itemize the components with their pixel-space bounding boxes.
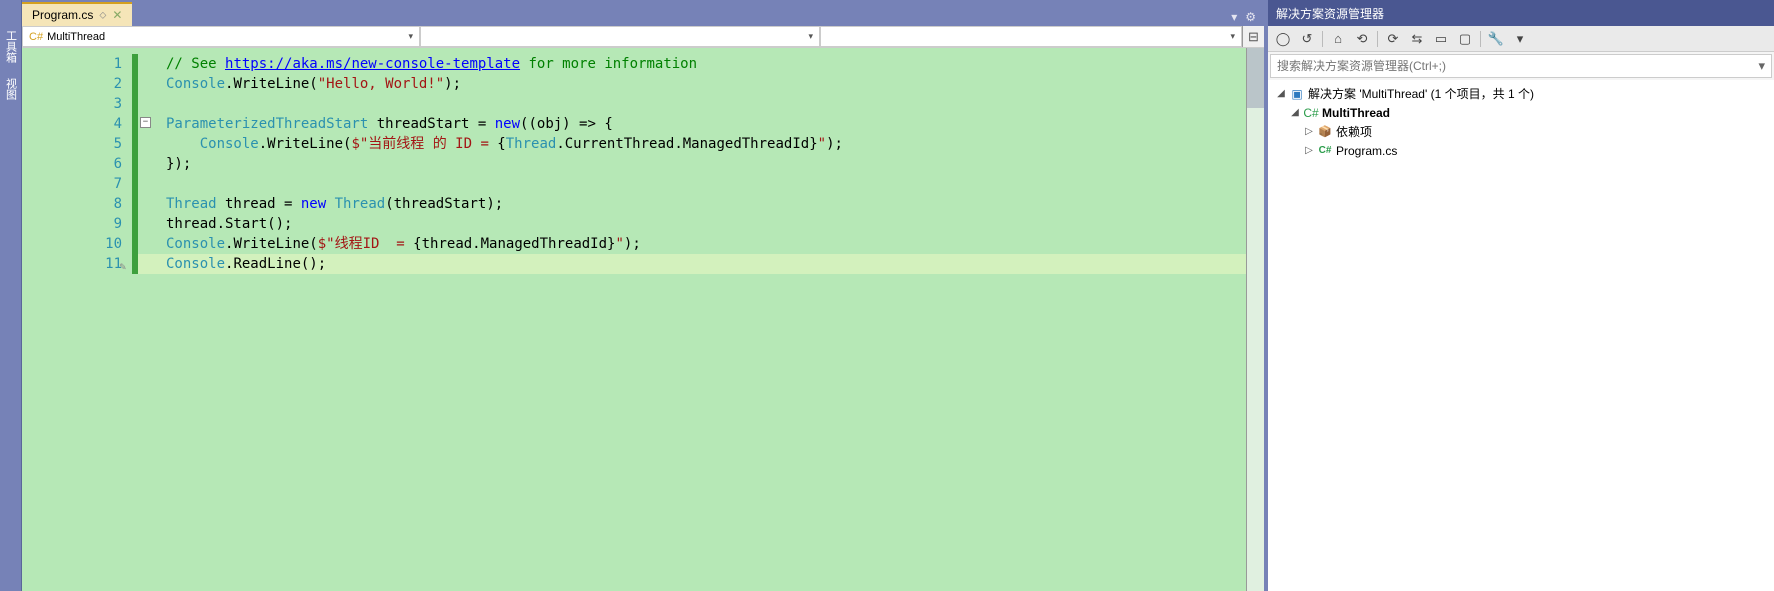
forward-button[interactable]: ↺ [1296, 29, 1318, 49]
wrench-button[interactable]: 🔧 [1485, 29, 1507, 49]
refresh-button[interactable]: ⟳ [1382, 29, 1404, 49]
separator [1322, 31, 1323, 47]
solution-toolbar: ◯ ↺ ⌂ ⟲ ⟳ ⇆ ▭ ▢ 🔧 ▾ [1268, 26, 1774, 52]
code-line[interactable] [136, 174, 1246, 194]
code-editor[interactable]: 1 2 3 4 5 6 7 8 9 10 11✎ − // See https:… [22, 48, 1264, 591]
code-line[interactable]: Thread thread = new Thread(threadStart); [136, 194, 1246, 214]
line-number: 1 [22, 54, 122, 74]
project-label: MultiThread [1320, 106, 1390, 120]
line-number: 5 [22, 134, 122, 154]
code-line[interactable]: Console.WriteLine($"当前线程 的 ID = {Thread.… [136, 134, 1246, 154]
code-line[interactable]: }); [136, 154, 1246, 174]
scrollbar-minimap[interactable] [1246, 48, 1264, 591]
navigation-bar: C# MultiThread ▾ ▾ ▾ ⊟ [22, 26, 1264, 48]
expand-icon[interactable]: ◢ [1274, 88, 1288, 99]
brush-icon: ✎ [119, 257, 126, 277]
toolbox-tab[interactable]: 工具箱 [3, 30, 19, 63]
line-number: 3 [22, 94, 122, 114]
search-input[interactable] [1271, 57, 1752, 75]
code-line[interactable]: Console.WriteLine("Hello, World!"); [136, 74, 1246, 94]
pin-icon[interactable]: ⬦ [99, 10, 106, 21]
line-number: 9 [22, 214, 122, 234]
line-number: 6 [22, 154, 122, 174]
file-node[interactable]: ▷ C# Program.cs [1270, 141, 1772, 160]
dependencies-label: 依赖项 [1334, 123, 1372, 140]
solution-search[interactable]: ▾ [1270, 54, 1772, 78]
code-line[interactable]: // See https://aka.ms/new-console-templa… [136, 54, 1246, 74]
code-line[interactable]: Console.ReadLine(); [136, 254, 1246, 274]
separator [1480, 31, 1481, 47]
project-dropdown[interactable]: C# MultiThread ▾ [22, 26, 420, 47]
show-all-button[interactable]: ▭ [1430, 29, 1452, 49]
chevron-down-icon: ▾ [408, 31, 413, 42]
line-number-gutter: 1 2 3 4 5 6 7 8 9 10 11✎ [22, 48, 132, 591]
search-dropdown-icon[interactable]: ▾ [1752, 58, 1771, 74]
dependencies-node[interactable]: ▷ 📦 依赖项 [1270, 122, 1772, 141]
expand-icon[interactable]: ▷ [1302, 145, 1316, 156]
panel-title: 解决方案资源管理器 [1276, 5, 1384, 22]
project-node[interactable]: ◢ C# MultiThread [1270, 103, 1772, 122]
dependencies-icon: 📦 [1316, 125, 1334, 138]
separator [1377, 31, 1378, 47]
chevron-down-icon: ▾ [808, 31, 813, 42]
view-button[interactable]: ▾ [1509, 29, 1531, 49]
document-tab-bar: Program.cs ⬦ ✕ ▾ ⚙ [22, 0, 1264, 26]
solution-icon: ▣ [1288, 87, 1306, 101]
expand-icon[interactable]: ◢ [1288, 107, 1302, 118]
chevron-down-icon: ▾ [1230, 31, 1235, 42]
tab-label: Program.cs [32, 8, 93, 22]
csharp-file-icon: C# [1316, 145, 1334, 156]
fold-toggle[interactable]: − [140, 117, 151, 128]
line-number: 8 [22, 194, 122, 214]
line-number: 4 [22, 114, 122, 134]
view-tab[interactable]: 视图 [3, 78, 19, 100]
member-dropdown[interactable]: ▾ [820, 26, 1242, 47]
split-window-icon[interactable]: ⊟ [1242, 26, 1264, 47]
line-number: 10 [22, 234, 122, 254]
gear-icon[interactable]: ⚙ [1243, 8, 1258, 26]
solution-label: 解决方案 'MultiThread' (1 个项目，共 1 个) [1306, 85, 1534, 102]
solution-node[interactable]: ◢ ▣ 解决方案 'MultiThread' (1 个项目，共 1 个) [1270, 84, 1772, 103]
csharp-icon: C# [29, 31, 43, 43]
project-dropdown-label: MultiThread [47, 31, 105, 43]
expand-icon[interactable]: ▷ [1302, 126, 1316, 137]
class-dropdown[interactable]: ▾ [420, 26, 820, 47]
tab-program-cs[interactable]: Program.cs ⬦ ✕ [22, 2, 132, 26]
properties-button[interactable]: ▢ [1454, 29, 1476, 49]
solution-explorer: 解决方案资源管理器 ◯ ↺ ⌂ ⟲ ⟳ ⇆ ▭ ▢ 🔧 ▾ ▾ ◢ ▣ 解决方案… [1268, 0, 1774, 591]
change-marker [132, 54, 138, 274]
scrollbar-thumb[interactable] [1247, 48, 1264, 108]
line-number: 11✎ [22, 254, 122, 274]
editor-area: Program.cs ⬦ ✕ ▾ ⚙ C# MultiThread ▾ ▾ ▾ ⊟ [22, 0, 1264, 591]
dropdown-icon[interactable]: ▾ [1229, 8, 1239, 26]
collapse-button[interactable]: ⇆ [1406, 29, 1428, 49]
left-tool-strip: 工具箱 视图 [0, 0, 22, 591]
close-icon[interactable]: ✕ [112, 8, 122, 22]
sync-button[interactable]: ⟲ [1351, 29, 1373, 49]
solution-explorer-header[interactable]: 解决方案资源管理器 [1268, 0, 1774, 26]
solution-tree[interactable]: ◢ ▣ 解决方案 'MultiThread' (1 个项目，共 1 个) ◢ C… [1268, 80, 1774, 591]
code-line[interactable]: thread.Start(); [136, 214, 1246, 234]
line-number: 2 [22, 74, 122, 94]
back-button[interactable]: ◯ [1272, 29, 1294, 49]
home-button[interactable]: ⌂ [1327, 29, 1349, 49]
csharp-project-icon: C# [1302, 106, 1320, 120]
file-label: Program.cs [1334, 144, 1397, 158]
line-number: 7 [22, 174, 122, 194]
code-body[interactable]: − // See https://aka.ms/new-console-temp… [132, 48, 1246, 591]
code-line[interactable]: Console.WriteLine($"线程ID = {thread.Manag… [136, 234, 1246, 254]
code-line[interactable]: ParameterizedThreadStart threadStart = n… [136, 114, 1246, 134]
code-line[interactable] [136, 94, 1246, 114]
